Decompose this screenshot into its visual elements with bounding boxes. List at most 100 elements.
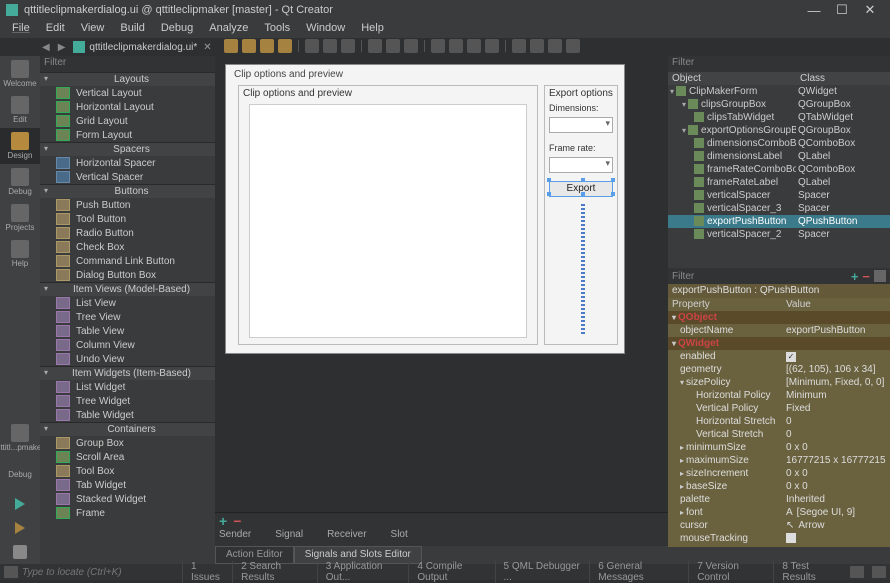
object-frameRateComboBox[interactable]: frameRateComboBoxQComboBox — [668, 163, 890, 176]
prop-Horizontal-Stretch[interactable]: Horizontal Stretch0 — [668, 415, 890, 428]
toolbar-button-8[interactable] — [386, 39, 400, 53]
widget-scroll-area[interactable]: Scroll Area — [40, 450, 215, 464]
prop-palette[interactable]: paletteInherited — [668, 493, 890, 506]
widget-undo-view[interactable]: Undo View — [40, 352, 215, 366]
toolbar-button-9[interactable] — [404, 39, 418, 53]
prop-baseSize[interactable]: ▸baseSize0 x 0 — [668, 480, 890, 493]
category-containers[interactable]: ▾Containers — [40, 422, 215, 436]
widget-command-link-button[interactable]: Command Link Button — [40, 254, 215, 268]
toolbar-button-10[interactable] — [431, 39, 445, 53]
toolbar-button-6[interactable] — [341, 39, 355, 53]
widget-push-button[interactable]: Push Button — [40, 198, 215, 212]
framerate-combo[interactable] — [549, 157, 613, 173]
widget-vertical-spacer[interactable]: Vertical Spacer — [40, 170, 215, 184]
prop-group-QWidget[interactable]: ▾QWidget — [668, 337, 890, 350]
project-selector[interactable]: qttitl...pmaker — [0, 420, 40, 456]
object-verticalSpacer_3[interactable]: verticalSpacer_3Spacer — [668, 202, 890, 215]
prop-sizeIncrement[interactable]: ▸sizeIncrement0 x 0 — [668, 467, 890, 480]
category-layouts[interactable]: ▾Layouts — [40, 72, 215, 86]
widget-list-widget[interactable]: List Widget — [40, 380, 215, 394]
locator-icon[interactable] — [4, 566, 18, 578]
toolbar-button-5[interactable] — [323, 39, 337, 53]
widget-tool-button[interactable]: Tool Button — [40, 212, 215, 226]
object-exportOptionsGroupBox[interactable]: ▾exportOptionsGroupBoxQGroupBox — [668, 124, 890, 137]
prop-enabled[interactable]: enabled✓ — [668, 350, 890, 363]
menu-build[interactable]: Build — [112, 20, 152, 38]
object-dimensionsLabel[interactable]: dimensionsLabelQLabel — [668, 150, 890, 163]
mode-help[interactable]: Help — [0, 236, 40, 272]
wrench-icon[interactable] — [874, 270, 886, 282]
export-groupbox[interactable]: Export options Dimensions: Frame rate: E… — [544, 85, 618, 345]
widget-frame[interactable]: Frame — [40, 506, 215, 520]
mode-edit[interactable]: Edit — [0, 92, 40, 128]
prop-objectName[interactable]: objectNameexportPushButton — [668, 324, 890, 337]
toolbar-button-7[interactable] — [368, 39, 382, 53]
clips-tabwidget[interactable] — [249, 104, 527, 338]
prop-cursor[interactable]: cursor↖Arrow — [668, 519, 890, 532]
toolbar-button-4[interactable] — [305, 39, 319, 53]
widget-tab-widget[interactable]: Tab Widget — [40, 478, 215, 492]
run-button[interactable] — [0, 492, 40, 516]
object-ClipMakerForm[interactable]: ▾ClipMakerFormQWidget — [668, 85, 890, 98]
toolbar-button-16[interactable] — [548, 39, 562, 53]
debug-run-button[interactable] — [0, 516, 40, 540]
remove-signal-icon[interactable]: − — [233, 513, 241, 529]
widget-vertical-layout[interactable]: Vertical Layout — [40, 86, 215, 100]
object-filter[interactable]: Filter — [668, 56, 890, 72]
prop-geometry[interactable]: geometry[(62, 105), 106 x 34] — [668, 363, 890, 376]
category-item-widgets-item-based-[interactable]: ▾Item Widgets (Item-Based) — [40, 366, 215, 380]
category-buttons[interactable]: ▾Buttons — [40, 184, 215, 198]
minimize-button[interactable]: — — [800, 3, 828, 18]
toolbar-button-3[interactable] — [278, 39, 292, 53]
widget-tree-view[interactable]: Tree View — [40, 310, 215, 324]
toolbar-button-11[interactable] — [449, 39, 463, 53]
widget-check-box[interactable]: Check Box — [40, 240, 215, 254]
widget-tool-box[interactable]: Tool Box — [40, 464, 215, 478]
menu-window[interactable]: Window — [298, 20, 353, 38]
toolbar-button-12[interactable] — [467, 39, 481, 53]
add-signal-icon[interactable]: + — [219, 513, 227, 529]
widget-list-view[interactable]: List View — [40, 296, 215, 310]
toolbar-button-1[interactable] — [242, 39, 256, 53]
clips-groupbox[interactable]: Clip options and preview — [238, 85, 538, 345]
property-editor[interactable]: ▾QObjectobjectNameexportPushButton▾QWidg… — [668, 311, 890, 564]
object-exportPushButton[interactable]: exportPushButtonQPushButton — [668, 215, 890, 228]
prop-mouseTracking[interactable]: mouseTracking — [668, 532, 890, 547]
form-preview[interactable]: Clip options and preview Clip options an… — [225, 64, 625, 354]
menu-analyze[interactable]: Analyze — [201, 20, 256, 38]
widget-column-view[interactable]: Column View — [40, 338, 215, 352]
maximize-button[interactable]: ☐ — [828, 2, 856, 18]
status-icon-1[interactable] — [850, 566, 864, 578]
prop-maximumSize[interactable]: ▸maximumSize16777215 x 16777215 — [668, 454, 890, 467]
prop-Horizontal-Policy[interactable]: Horizontal PolicyMinimum — [668, 389, 890, 402]
menu-edit[interactable]: Edit — [38, 20, 73, 38]
mode-welcome[interactable]: Welcome — [0, 56, 40, 92]
property-filter[interactable]: Filter — [672, 271, 851, 282]
prop-group-QObject[interactable]: ▾QObject — [668, 311, 890, 324]
next-tab-icon[interactable]: ▶ — [54, 42, 70, 53]
toolbar-button-2[interactable] — [260, 39, 274, 53]
menu-tools[interactable]: Tools — [256, 20, 298, 38]
object-clipsGroupBox[interactable]: ▾clipsGroupBoxQGroupBox — [668, 98, 890, 111]
vertical-spacer-icon[interactable] — [581, 204, 585, 334]
widget-radio-button[interactable]: Radio Button — [40, 226, 215, 240]
remove-property-icon[interactable]: − — [862, 269, 870, 284]
menu-debug[interactable]: Debug — [153, 20, 201, 38]
prop-font[interactable]: ▸fontA[Segoe UI, 9] — [668, 506, 890, 519]
locator-input[interactable]: Type to locate (Ctrl+K) — [22, 567, 182, 578]
status-icon-2[interactable] — [872, 566, 886, 578]
toolbar-button-13[interactable] — [485, 39, 499, 53]
menu-help[interactable]: Help — [353, 20, 392, 38]
toolbar-button-17[interactable] — [566, 39, 580, 53]
object-inspector[interactable]: Object Class ▾ClipMakerFormQWidget▾clips… — [668, 72, 890, 268]
widget-filter[interactable]: Filter — [40, 56, 215, 72]
category-item-views-model-based-[interactable]: ▾Item Views (Model-Based) — [40, 282, 215, 296]
prop-minimumSize[interactable]: ▸minimumSize0 x 0 — [668, 441, 890, 454]
object-verticalSpacer[interactable]: verticalSpacerSpacer — [668, 189, 890, 202]
open-file-name[interactable]: qttitleclipmakerdialog.ui* — [89, 42, 197, 53]
close-button[interactable]: ✕ — [856, 2, 884, 18]
object-verticalSpacer_2[interactable]: verticalSpacer_2Spacer — [668, 228, 890, 241]
toolbar-button-0[interactable] — [224, 39, 238, 53]
object-frameRateLabel[interactable]: frameRateLabelQLabel — [668, 176, 890, 189]
prev-tab-icon[interactable]: ◀ — [38, 42, 54, 53]
